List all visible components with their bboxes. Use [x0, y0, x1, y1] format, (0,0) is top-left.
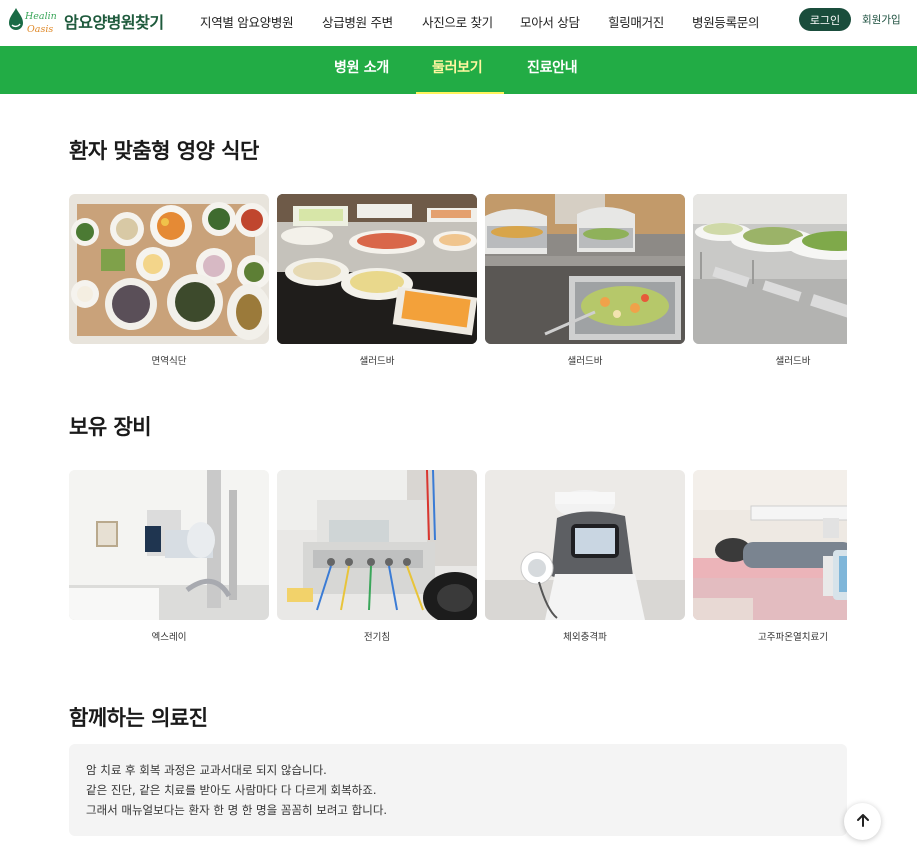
- svg-text:Healing: Healing: [24, 11, 56, 22]
- gallery-card-xray[interactable]: 엑스레이: [69, 470, 269, 643]
- tab-hospital-intro[interactable]: 병원 소개: [334, 46, 389, 94]
- diet-section-title: 환자 맞춤형 영양 식단: [69, 139, 259, 163]
- nav-region-hospitals[interactable]: 지역별 암요양병원: [200, 12, 294, 31]
- hyperthermia-device-photo: [693, 470, 847, 620]
- medical-team-section-title: 함께하는 의료진: [69, 706, 208, 730]
- gallery-card-hyperthermia[interactable]: 고주파온열치료기: [693, 470, 847, 643]
- active-tab-indicator: [416, 92, 504, 94]
- site-logo[interactable]: Healing Oasis 암요양병원찾기: [8, 6, 164, 36]
- equipment-gallery[interactable]: 엑스레이 전기침 체외충격파 고주파온열치료기: [69, 470, 847, 650]
- medical-team-description: 암 치료 후 회복 과정은 교과서대로 되지 않습니다. 같은 진단, 같은 치…: [69, 744, 847, 836]
- tab-treatment-info[interactable]: 진료안내: [527, 46, 578, 94]
- nav-find-by-photo[interactable]: 사진으로 찾기: [422, 12, 493, 31]
- gallery-caption: 고주파온열치료기: [758, 632, 828, 643]
- description-line-3: 그래서 매뉴얼보다는 환자 한 명 한 명을 꼼꼼히 보려고 합니다.: [86, 803, 388, 817]
- description-line-2: 같은 진단, 같은 치료를 받아도 사람마다 다 다르게 회복하죠.: [86, 783, 377, 797]
- login-button[interactable]: 로그인: [799, 8, 851, 31]
- gallery-caption: 전기침: [363, 632, 391, 643]
- gallery-caption: 샐러드바: [567, 356, 603, 367]
- salad-bar-photo: [277, 194, 477, 344]
- xray-machine-photo: [69, 470, 269, 620]
- gallery-card-salad-bar-2[interactable]: 샐러드바: [485, 194, 685, 367]
- logo-drop-icon: Healing Oasis: [8, 6, 63, 36]
- gallery-card-shockwave[interactable]: 체외충격파: [485, 470, 685, 643]
- salad-bowls-photo: [693, 194, 847, 344]
- nav-group-consult[interactable]: 모아서 상담: [520, 12, 580, 31]
- gallery-caption: 체외충격파: [563, 632, 607, 643]
- description-line-1: 암 치료 후 회복 과정은 교과서대로 되지 않습니다.: [86, 763, 327, 777]
- svg-text:Oasis: Oasis: [27, 24, 53, 35]
- equipment-section-title: 보유 장비: [69, 415, 152, 439]
- gallery-caption: 엑스레이: [151, 632, 187, 643]
- gallery-card-salad-bar-1[interactable]: 샐러드바: [277, 194, 477, 367]
- shockwave-machine-photo: [485, 470, 685, 620]
- buffet-photo: [485, 194, 685, 344]
- gallery-caption: 샐러드바: [775, 356, 811, 367]
- gallery-card-immune-diet[interactable]: 면역식단: [69, 194, 269, 367]
- sub-nav: 병원 소개 둘러보기 진료안내: [0, 46, 917, 94]
- nav-near-major-hospitals[interactable]: 상급병원 주변: [322, 12, 393, 31]
- electro-acupuncture-photo: [277, 470, 477, 620]
- scroll-top-button[interactable]: [844, 803, 881, 840]
- gallery-caption: 면역식단: [151, 356, 187, 367]
- gallery-card-salad-bar-3[interactable]: 샐러드바: [693, 194, 847, 367]
- nav-hospital-registration[interactable]: 병원등록문의: [692, 12, 760, 31]
- arrow-up-icon: [855, 812, 871, 831]
- signup-link[interactable]: 회원가입: [862, 12, 901, 27]
- top-header: Healing Oasis 암요양병원찾기 지역별 암요양병원 상급병원 주변 …: [0, 0, 917, 46]
- nav-healing-magazine[interactable]: 힐링매거진: [608, 12, 664, 31]
- gallery-caption: 샐러드바: [359, 356, 395, 367]
- tab-tour[interactable]: 둘러보기: [432, 46, 483, 94]
- diet-gallery[interactable]: 면역식단 샐러드바 샐러드바 샐러드바: [69, 194, 847, 374]
- logo-text: 암요양병원찾기: [64, 13, 164, 32]
- meal-tray-photo: [69, 194, 269, 344]
- gallery-card-electro-acupuncture[interactable]: 전기침: [277, 470, 477, 643]
